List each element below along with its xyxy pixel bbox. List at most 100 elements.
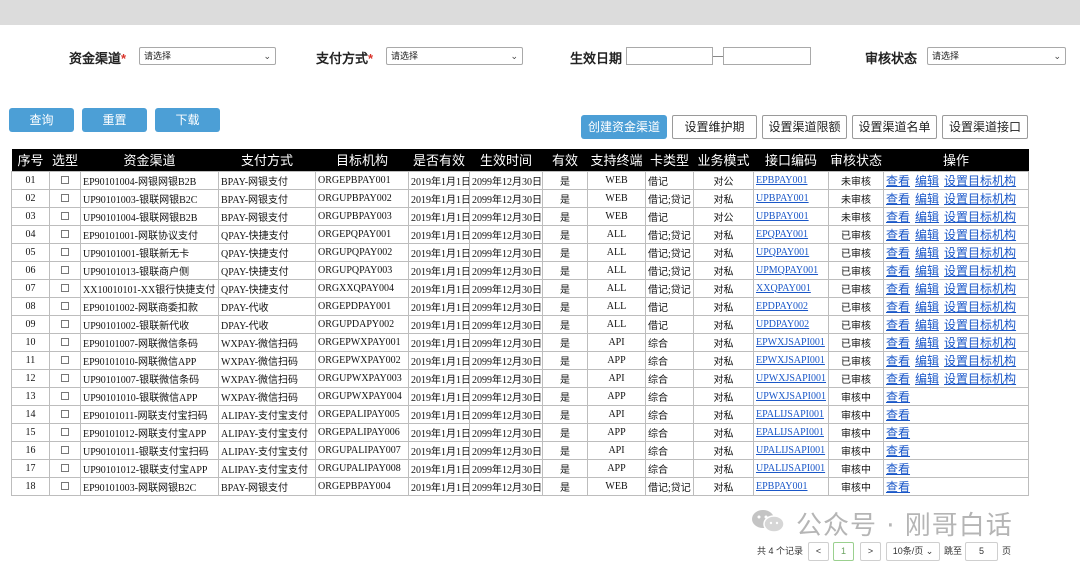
row-checkbox[interactable] — [61, 392, 69, 401]
interface-code-link[interactable]: UPWXJSAPI001 — [756, 391, 826, 402]
row-checkbox[interactable] — [61, 338, 69, 347]
select-cell — [49, 440, 81, 460]
set-target-org-link[interactable]: 设置目标机构 — [944, 228, 1016, 242]
interface-code-link[interactable]: EPALIJSAPI001 — [756, 409, 824, 420]
row-checkbox[interactable] — [61, 212, 69, 221]
download-button[interactable]: 下载 — [155, 108, 220, 132]
edit-link[interactable]: 编辑 — [915, 336, 939, 350]
edit-link[interactable]: 编辑 — [915, 318, 939, 332]
query-button[interactable]: 查询 — [9, 108, 74, 132]
view-link[interactable]: 查看 — [886, 426, 910, 440]
date-start-input[interactable] — [626, 47, 713, 65]
interface-code-link[interactable]: UPQPAY001 — [756, 247, 809, 258]
view-link[interactable]: 查看 — [886, 210, 910, 224]
interface-code-link[interactable]: EPBPAY001 — [756, 175, 808, 186]
edit-link[interactable]: 编辑 — [915, 228, 939, 242]
interface-code-link[interactable]: UPALIJSAPI001 — [756, 445, 825, 456]
row-checkbox[interactable] — [61, 374, 69, 383]
pay-method-select[interactable]: 请选择 ⌄ — [386, 47, 523, 65]
set-target-org-link[interactable]: 设置目标机构 — [944, 354, 1016, 368]
view-link[interactable]: 查看 — [886, 480, 910, 494]
pay-method-cell: ALIPAY-支付宝支付 — [218, 404, 316, 424]
row-checkbox[interactable] — [61, 248, 69, 257]
view-link[interactable]: 查看 — [886, 372, 910, 386]
reset-button[interactable]: 重置 — [82, 108, 147, 132]
edit-link[interactable]: 编辑 — [915, 354, 939, 368]
interface-code-link[interactable]: EPQPAY001 — [756, 229, 808, 240]
interface-code-link[interactable]: UPALIJSAPI001 — [756, 463, 825, 474]
row-checkbox[interactable] — [61, 266, 69, 275]
channel-select[interactable]: 请选择 ⌄ — [139, 47, 276, 65]
interface-code-link[interactable]: XXQPAY001 — [756, 283, 811, 294]
view-link[interactable]: 查看 — [886, 408, 910, 422]
view-link[interactable]: 查看 — [886, 282, 910, 296]
row-checkbox[interactable] — [61, 320, 69, 329]
date-end-input[interactable] — [723, 47, 811, 65]
view-link[interactable]: 查看 — [886, 174, 910, 188]
view-link[interactable]: 查看 — [886, 246, 910, 260]
row-checkbox[interactable] — [61, 410, 69, 419]
goto-page-input[interactable]: 5 — [965, 542, 998, 561]
set-target-org-link[interactable]: 设置目标机构 — [944, 174, 1016, 188]
view-link[interactable]: 查看 — [886, 228, 910, 242]
set-target-org-link[interactable]: 设置目标机构 — [944, 210, 1016, 224]
edit-link[interactable]: 编辑 — [915, 246, 939, 260]
pagination-next-button[interactable]: > — [860, 542, 881, 561]
view-link[interactable]: 查看 — [886, 264, 910, 278]
view-link[interactable]: 查看 — [886, 462, 910, 476]
set-target-org-link[interactable]: 设置目标机构 — [944, 264, 1016, 278]
edit-link[interactable]: 编辑 — [915, 372, 939, 386]
edit-link[interactable]: 编辑 — [915, 192, 939, 206]
view-link[interactable]: 查看 — [886, 390, 910, 404]
interface-code-link[interactable]: EPALIJSAPI001 — [756, 427, 824, 438]
row-checkbox[interactable] — [61, 428, 69, 437]
interface-code-link[interactable]: EPBPAY001 — [756, 481, 808, 492]
set-maintenance-button[interactable]: 设置维护期 — [672, 115, 757, 139]
row-checkbox[interactable] — [61, 356, 69, 365]
edit-link[interactable]: 编辑 — [915, 174, 939, 188]
interface-code-link[interactable]: UPBPAY001 — [756, 211, 809, 222]
interface-code-link[interactable]: UPDPAY002 — [756, 319, 809, 330]
edit-link[interactable]: 编辑 — [915, 300, 939, 314]
create-channel-button[interactable]: 创建资金渠道 — [581, 115, 667, 139]
audit-status-select[interactable]: 请选择 ⌄ — [927, 47, 1066, 65]
view-link[interactable]: 查看 — [886, 318, 910, 332]
pagination-page-1[interactable]: 1 — [833, 542, 854, 561]
card-type-cell: 综合 — [645, 404, 694, 424]
interface-code-link[interactable]: EPDPAY002 — [756, 301, 808, 312]
row-checkbox[interactable] — [61, 446, 69, 455]
set-target-org-link[interactable]: 设置目标机构 — [944, 192, 1016, 206]
row-checkbox[interactable] — [61, 230, 69, 239]
row-checkbox[interactable] — [61, 464, 69, 473]
edit-link[interactable]: 编辑 — [915, 282, 939, 296]
edit-link[interactable]: 编辑 — [915, 210, 939, 224]
row-checkbox[interactable] — [61, 194, 69, 203]
interface-code-link[interactable]: EPWXJSAPI001 — [756, 337, 825, 348]
set-limit-button[interactable]: 设置渠道限额 — [762, 115, 847, 139]
pagination-prev-button[interactable]: < — [808, 542, 829, 561]
interface-code-link[interactable]: UPBPAY001 — [756, 193, 809, 204]
set-interface-button[interactable]: 设置渠道接口 — [942, 115, 1028, 139]
row-checkbox[interactable] — [61, 302, 69, 311]
set-target-org-link[interactable]: 设置目标机构 — [944, 300, 1016, 314]
set-target-org-link[interactable]: 设置目标机构 — [944, 318, 1016, 332]
set-target-org-link[interactable]: 设置目标机构 — [944, 282, 1016, 296]
set-target-org-link[interactable]: 设置目标机构 — [944, 246, 1016, 260]
view-link[interactable]: 查看 — [886, 300, 910, 314]
row-checkbox[interactable] — [61, 284, 69, 293]
interface-code-link[interactable]: EPWXJSAPI001 — [756, 355, 825, 366]
view-link[interactable]: 查看 — [886, 336, 910, 350]
view-link[interactable]: 查看 — [886, 192, 910, 206]
set-target-org-link[interactable]: 设置目标机构 — [944, 336, 1016, 350]
view-link[interactable]: 查看 — [886, 354, 910, 368]
row-checkbox[interactable] — [61, 176, 69, 185]
row-checkbox[interactable] — [61, 482, 69, 491]
edit-link[interactable]: 编辑 — [915, 264, 939, 278]
terminal-cell: ALL — [587, 314, 646, 334]
view-link[interactable]: 查看 — [886, 444, 910, 458]
interface-code-link[interactable]: UPMQPAY001 — [756, 265, 818, 276]
interface-code-link[interactable]: UPWXJSAPI001 — [756, 373, 826, 384]
set-namelist-button[interactable]: 设置渠道名单 — [852, 115, 937, 139]
page-size-select[interactable]: 10条/页 ⌄ — [886, 542, 940, 561]
set-target-org-link[interactable]: 设置目标机构 — [944, 372, 1016, 386]
